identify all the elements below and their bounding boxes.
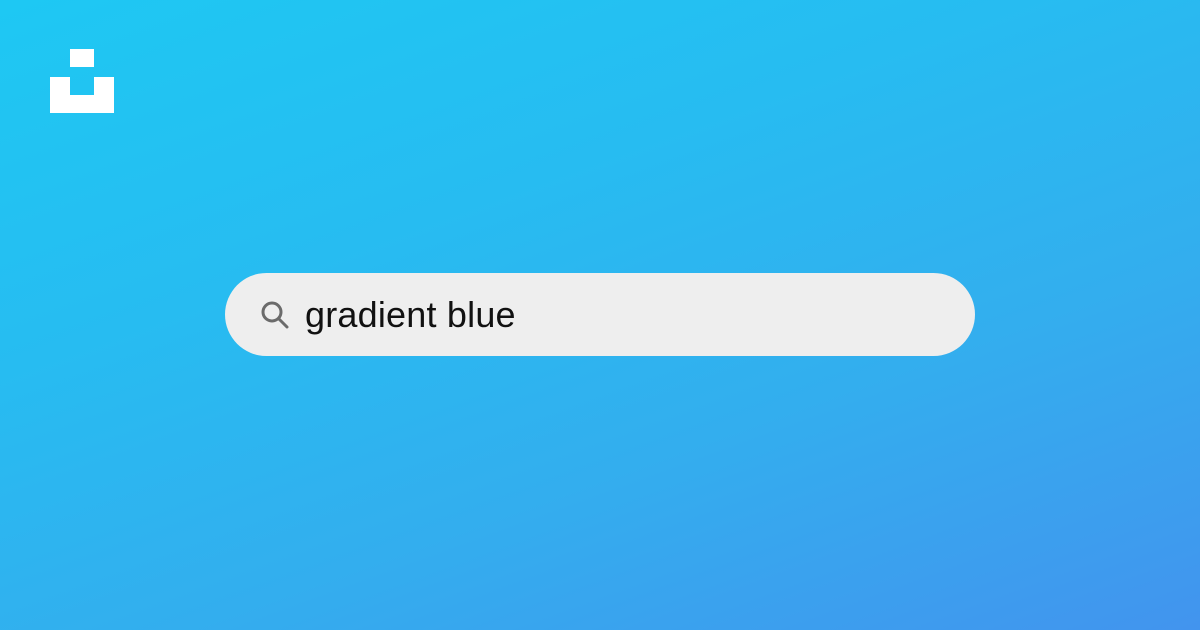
unsplash-logo-icon[interactable] [50, 49, 114, 113]
search-bar[interactable]: gradient blue [225, 273, 975, 356]
search-input[interactable]: gradient blue [305, 296, 516, 333]
search-icon [259, 299, 291, 331]
